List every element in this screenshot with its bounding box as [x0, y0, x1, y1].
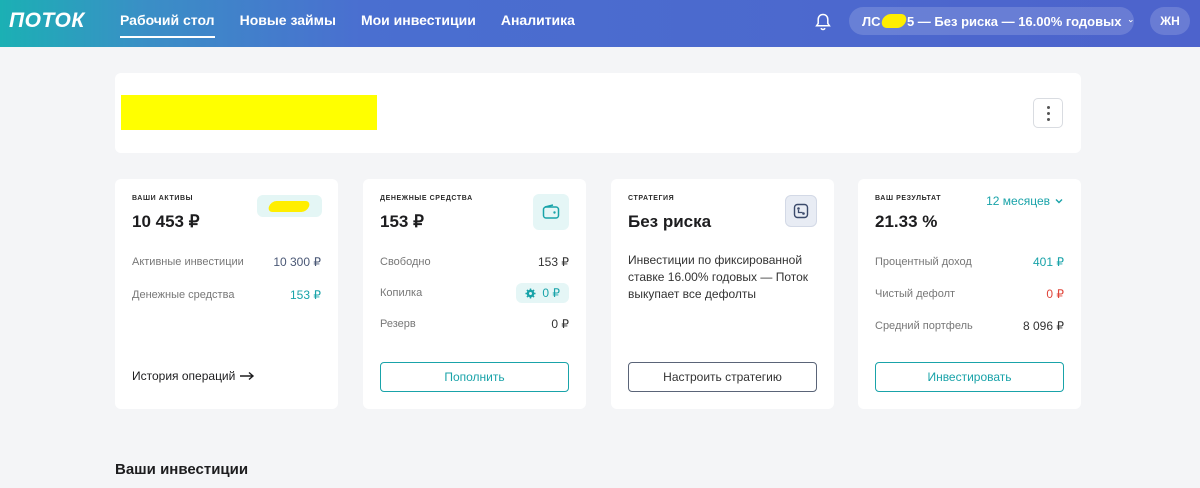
strategy-description: Инвестиции по фиксированной ставке 16.00…	[628, 253, 809, 301]
result-card: ваш результат 21.33 % 12 месяцев Процент…	[858, 179, 1081, 409]
section-title: Ваши инвестиции	[115, 461, 249, 478]
row-label: Копилка	[380, 287, 423, 299]
chevron-down-icon	[1129, 19, 1134, 23]
invest-button[interactable]: Инвестировать	[875, 362, 1064, 392]
period-dropdown[interactable]: 12 месяцев	[986, 194, 1064, 208]
period-label: 12 месяцев	[986, 194, 1050, 208]
piggybank-badge[interactable]: 0 ₽	[516, 283, 569, 303]
dot-icon	[1046, 105, 1050, 109]
card-overline: ваши активы	[132, 195, 194, 202]
top-navigation-bar: ПОТОК Рабочий стол Новые займы Мои инвес…	[0, 0, 1200, 47]
main-nav: Рабочий стол Новые займы Мои инвестиции …	[120, 0, 575, 47]
row-value: 401 ₽	[1033, 255, 1064, 269]
redacted-name	[121, 95, 377, 130]
row-label: Чистый дефолт	[875, 288, 956, 300]
result-row-avg-portfolio: Средний портфель 8 096 ₽	[875, 319, 1064, 333]
assets-total: 10 453 ₽	[132, 212, 200, 231]
card-overline: ваш результат	[875, 195, 942, 202]
card-overline: денежные средства	[380, 195, 473, 202]
assets-row-active: Активные инвестиции 10 300 ₽	[132, 255, 321, 269]
cash-row-reserve: Резерв 0 ₽	[380, 317, 569, 331]
row-label: Процентный доход	[875, 256, 972, 268]
gear-icon	[525, 287, 536, 299]
row-value: 0 ₽	[1046, 287, 1064, 301]
nav-item-dashboard[interactable]: Рабочий стол	[120, 0, 215, 47]
bell-icon[interactable]	[813, 12, 833, 32]
cash-card: денежные средства 153 ₽ Свободно 153 ₽ К…	[363, 179, 586, 409]
account-label: 5 — Без риска — 16.00% годовых	[906, 13, 1122, 29]
chevron-down-icon	[1055, 199, 1063, 204]
row-value: 10 300 ₽	[273, 255, 321, 269]
row-label: Активные инвестиции	[132, 256, 244, 268]
result-row-interest: Процентный доход 401 ₽	[875, 255, 1064, 269]
strategy-card: стратегия Без риска Инвестиции по фиксир…	[611, 179, 834, 409]
nav-item-analytics[interactable]: Аналитика	[501, 0, 575, 47]
cash-total: 153 ₽	[380, 212, 424, 231]
row-value: 0 ₽	[551, 317, 569, 331]
dot-icon	[1046, 117, 1050, 121]
redacted-badge	[257, 195, 322, 217]
top-up-button[interactable]: Пополнить	[380, 362, 569, 392]
row-label: Резерв	[380, 318, 416, 330]
row-label: Свободно	[380, 256, 431, 268]
account-selector[interactable]: ЛС 5 — Без риска — 16.00% годовых	[849, 7, 1134, 35]
logo[interactable]: ПОТОК	[9, 9, 85, 33]
nav-item-my-investments[interactable]: Мои инвестиции	[361, 0, 476, 47]
row-label: Денежные средства	[132, 289, 235, 301]
strategy-name: Без риска	[628, 212, 712, 231]
account-prefix: ЛС	[862, 13, 881, 29]
row-label: Средний портфель	[875, 320, 973, 332]
result-percent: 21.33 %	[875, 212, 938, 231]
operations-history-link[interactable]: История операций	[132, 369, 255, 383]
piggybank-value: 0 ₽	[542, 286, 560, 300]
cash-row-free: Свободно 153 ₽	[380, 255, 569, 269]
card-overline: стратегия	[628, 195, 675, 202]
result-row-default: Чистый дефолт 0 ₽	[875, 287, 1064, 301]
wallet-icon	[533, 194, 569, 230]
redaction-mark	[879, 14, 908, 28]
strategy-icon	[785, 195, 817, 227]
more-options-button[interactable]	[1033, 98, 1063, 128]
row-value[interactable]: 153 ₽	[290, 288, 321, 302]
row-value: 8 096 ₽	[1023, 319, 1064, 333]
link-label: История операций	[132, 369, 236, 383]
assets-card: ваши активы 10 453 ₽ Активные инвестиции…	[115, 179, 338, 409]
dot-icon	[1046, 111, 1050, 115]
nav-item-new-loans[interactable]: Новые займы	[240, 0, 336, 47]
configure-strategy-button[interactable]: Настроить стратегию	[628, 362, 817, 392]
avatar[interactable]: ЖН	[1150, 7, 1190, 35]
cash-row-piggybank: Копилка 0 ₽	[380, 283, 569, 303]
assets-row-cash: Денежные средства 153 ₽	[132, 288, 321, 302]
profile-card	[115, 73, 1081, 153]
arrow-right-icon	[240, 371, 255, 381]
row-value: 153 ₽	[538, 255, 569, 269]
